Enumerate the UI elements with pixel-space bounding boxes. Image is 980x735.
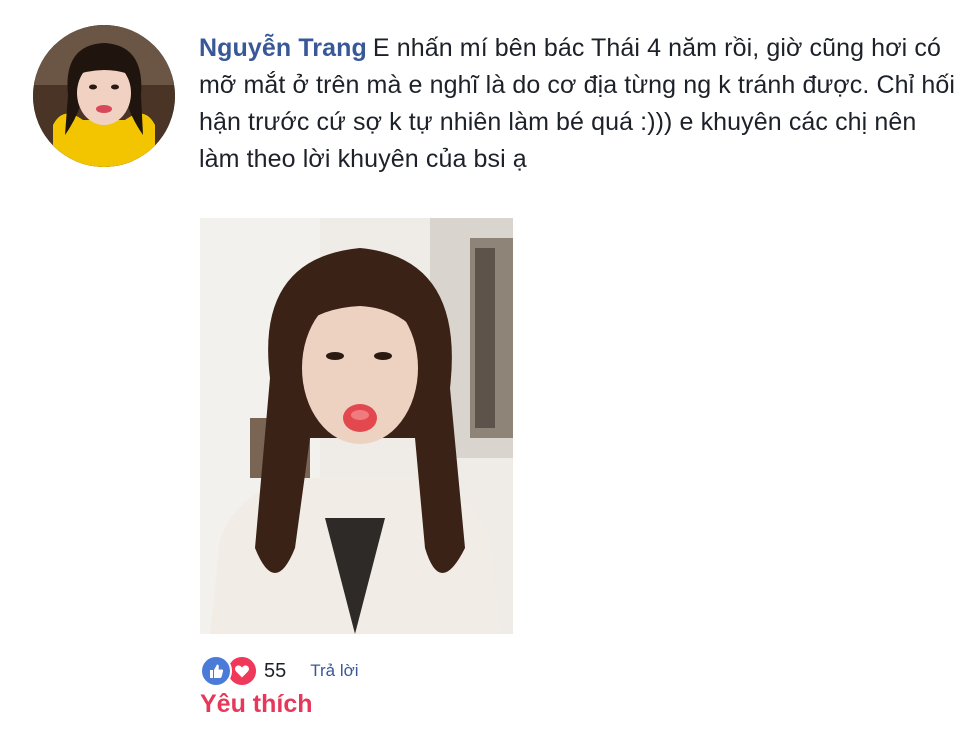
liked-label: Yêu thích — [200, 690, 313, 718]
reaction-count: 55 — [264, 659, 287, 682]
comment-photo[interactable] — [200, 218, 513, 634]
comment: Nguyễn Trang E nhấn mí bên bác Thái 4 năm… — [0, 0, 980, 735]
reactions-bar[interactable]: 55 Trả lời — [200, 655, 359, 687]
reply-link[interactable]: Trả lời — [310, 661, 358, 681]
like-icon — [200, 655, 232, 687]
comment-bubble: Nguyễn Trang E nhấn mí bên bác Thái 4 năm… — [199, 30, 959, 178]
avatar[interactable] — [33, 25, 175, 167]
comment-body: Nguyễn Trang E nhấn mí bên bác Thái 4 năm… — [199, 30, 959, 178]
author-name[interactable]: Nguyễn Trang — [199, 34, 367, 62]
